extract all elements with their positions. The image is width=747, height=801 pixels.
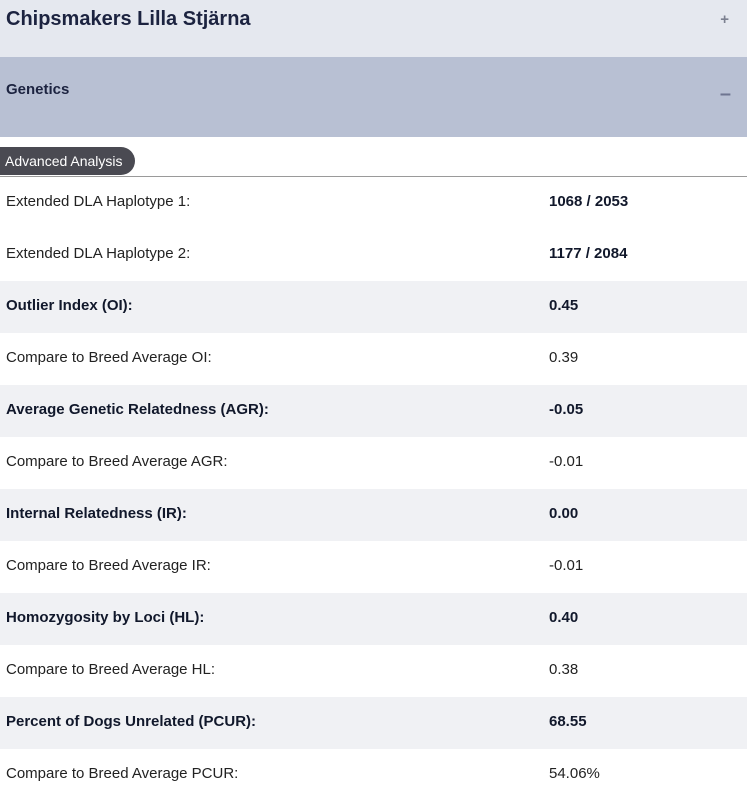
advanced-analysis-tab-bar: Advanced Analysis (0, 137, 747, 177)
row-label: Extended DLA Haplotype 2: (6, 245, 191, 262)
table-row: Homozygosity by Loci (HL): 0.40 (0, 593, 747, 645)
row-label: Internal Relatedness (IR): (6, 505, 187, 522)
table-row: Average Genetic Relatedness (AGR): -0.05 (0, 385, 747, 437)
row-label: Percent of Dogs Unrelated (PCUR): (6, 713, 257, 730)
collapse-minus-icon[interactable]: – (720, 83, 731, 106)
row-label: Homozygosity by Loci (HL): (6, 609, 205, 626)
genetics-section-header[interactable]: Genetics – (0, 57, 747, 137)
table-row: Compare to Breed Average PCUR: 54.06% (0, 749, 747, 801)
row-label: Compare to Breed Average HL: (6, 661, 216, 678)
table-row: Outlier Index (OI): 0.45 (0, 281, 747, 333)
dog-name-title: Chipsmakers Lilla Stjärna (6, 8, 251, 30)
table-row: Extended DLA Haplotype 2: 1177 / 2084 (0, 229, 747, 281)
row-value: -0.01 (549, 453, 584, 470)
row-label: Average Genetic Relatedness (AGR): (6, 401, 269, 418)
row-value: 0.00 (549, 505, 579, 522)
row-label: Compare to Breed Average OI: (6, 349, 212, 366)
row-label: Compare to Breed Average AGR: (6, 453, 228, 470)
row-label: Extended DLA Haplotype 1: (6, 193, 191, 210)
table-row: Compare to Breed Average OI: 0.39 (0, 333, 747, 385)
row-label: Outlier Index (OI): (6, 297, 133, 314)
row-value: -0.01 (549, 557, 584, 574)
row-value: -0.05 (549, 401, 584, 418)
table-row: Percent of Dogs Unrelated (PCUR): 68.55 (0, 697, 747, 749)
genetics-section-title: Genetics (6, 81, 70, 98)
row-label: Compare to Breed Average PCUR: (6, 765, 239, 782)
row-value: 68.55 (549, 713, 587, 730)
table-row: Compare to Breed Average IR: -0.01 (0, 541, 747, 593)
dog-name-header[interactable]: Chipsmakers Lilla Stjärna + (0, 0, 747, 57)
table-row: Compare to Breed Average HL: 0.38 (0, 645, 747, 697)
row-value: 0.39 (549, 349, 579, 366)
table-row: Extended DLA Haplotype 1: 1068 / 2053 (0, 177, 747, 229)
advanced-analysis-tab[interactable]: Advanced Analysis (0, 147, 135, 175)
genetics-table: Extended DLA Haplotype 1: 1068 / 2053 Ex… (0, 177, 747, 801)
table-row: Compare to Breed Average AGR: -0.01 (0, 437, 747, 489)
row-value: 0.45 (549, 297, 579, 314)
row-value: 0.38 (549, 661, 579, 678)
row-value: 1177 / 2084 (549, 245, 628, 262)
expand-plus-icon[interactable]: + (720, 11, 729, 28)
table-row: Internal Relatedness (IR): 0.00 (0, 489, 747, 541)
row-value: 1068 / 2053 (549, 193, 629, 210)
row-value: 0.40 (549, 609, 579, 626)
row-value: 54.06% (549, 765, 600, 782)
row-label: Compare to Breed Average IR: (6, 557, 211, 574)
